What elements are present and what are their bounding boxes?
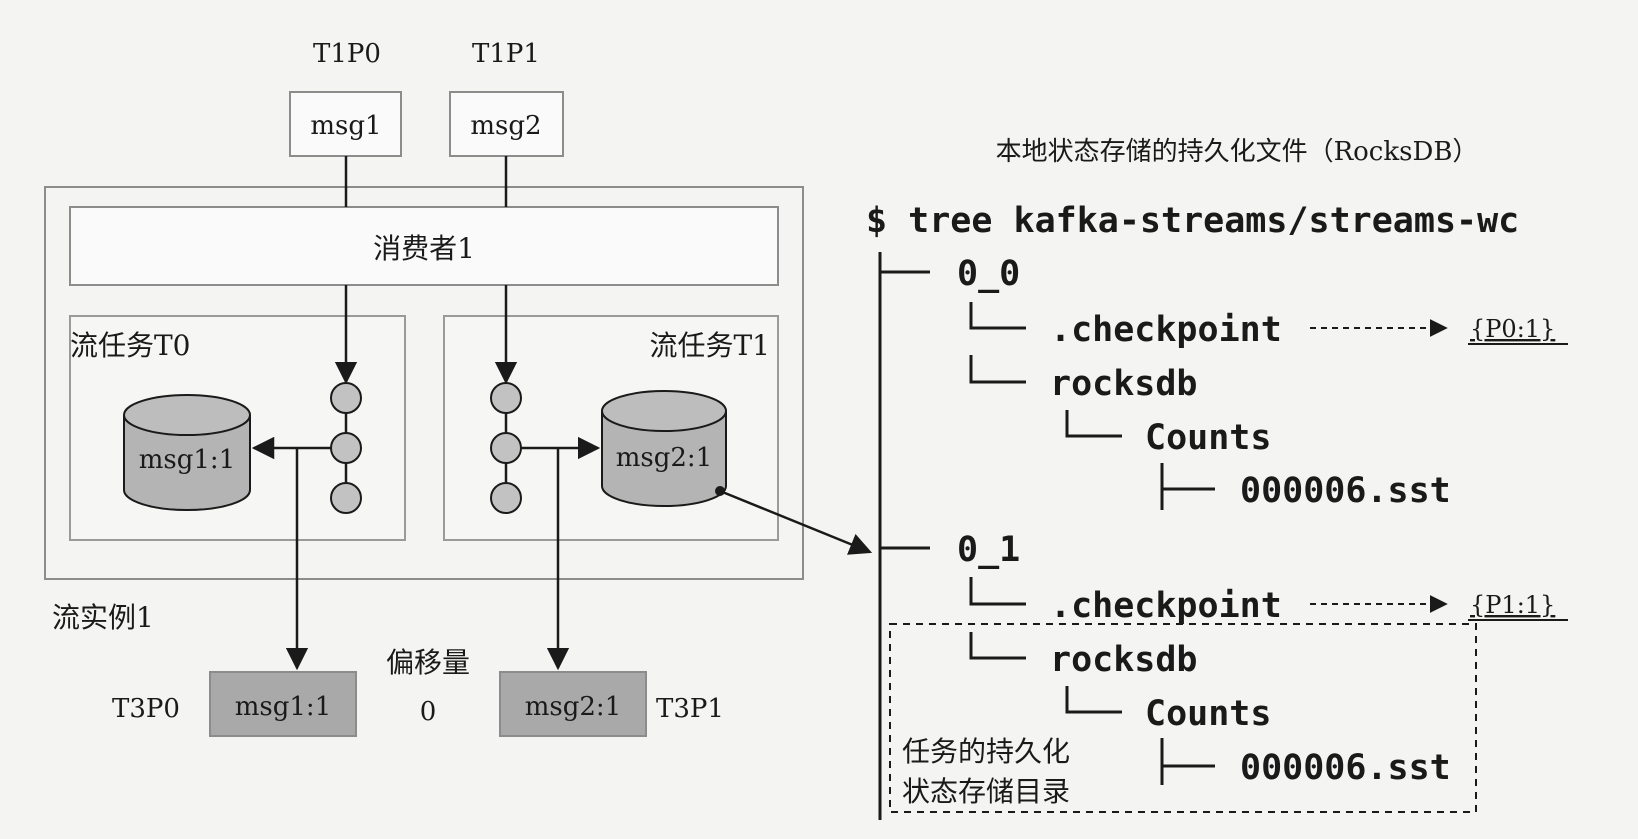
offset-label: 偏移量 — [386, 646, 470, 679]
task1-processor-node-1 — [490, 382, 522, 414]
task0-processor-node-2 — [330, 432, 362, 464]
tree-counts-1: Counts — [1145, 694, 1271, 734]
checkpoint-value-1: {P1:1} — [1470, 591, 1555, 619]
task1-processor-node-3 — [490, 482, 522, 514]
task0-processor-node-3 — [330, 482, 362, 514]
tree-rocksdb-1: rocksdb — [1050, 640, 1198, 680]
stream-task-label-0: 流任务T0 — [70, 329, 191, 362]
consumer-label: 消费者1 — [373, 232, 475, 265]
partition-label-t1p1: T1P1 — [472, 39, 540, 69]
directory-note-line1: 任务的持久化 — [902, 735, 1070, 768]
stream-instance-label: 流实例1 — [52, 601, 154, 634]
stream-task-label-1: 流任务T1 — [650, 329, 771, 362]
offset-value: 0 — [420, 697, 437, 727]
tree-rocksdb-0: rocksdb — [1050, 364, 1198, 404]
tree-counts-0: Counts — [1145, 418, 1271, 458]
tree-dir-0: 0_0 — [957, 254, 1020, 294]
output-partition-label-t3p1: T3P1 — [656, 694, 724, 724]
directory-note-line2: 状态存储目录 — [902, 775, 1070, 808]
task1-processor-node-2 — [490, 432, 522, 464]
state-store-value-1: msg2:1 — [616, 443, 712, 473]
output-message-1: msg2:1 — [525, 692, 621, 722]
tree-checkpoint-0: .checkpoint — [1050, 310, 1282, 350]
tree-checkpoint-1: .checkpoint — [1050, 586, 1282, 626]
output-partition-label-t3p0: T3P0 — [112, 694, 180, 724]
tree-dir-1: 0_1 — [957, 530, 1020, 570]
tree-command: $ tree kafka-streams/streams-wc — [866, 201, 1519, 241]
output-message-0: msg1:1 — [235, 692, 331, 722]
input-message-1: msg2 — [470, 111, 541, 141]
tree-sst-1: 000006.sst — [1240, 748, 1451, 788]
tree-sst-0: 000006.sst — [1240, 471, 1451, 511]
checkpoint-value-0: {P0:1} — [1470, 315, 1555, 343]
input-message-0: msg1 — [310, 111, 381, 141]
kafka-streams-diagram: T1P0 T1P1 msg1 msg2 消费者1 流任务T0 流任务T1 msg… — [44, 39, 1568, 820]
task0-processor-node-1 — [330, 382, 362, 414]
state-store-value-0: msg1:1 — [139, 445, 235, 475]
partition-label-t1p0: T1P0 — [313, 39, 381, 69]
rocksdb-caption: 本地状态存储的持久化文件（RocksDB） — [996, 137, 1479, 167]
